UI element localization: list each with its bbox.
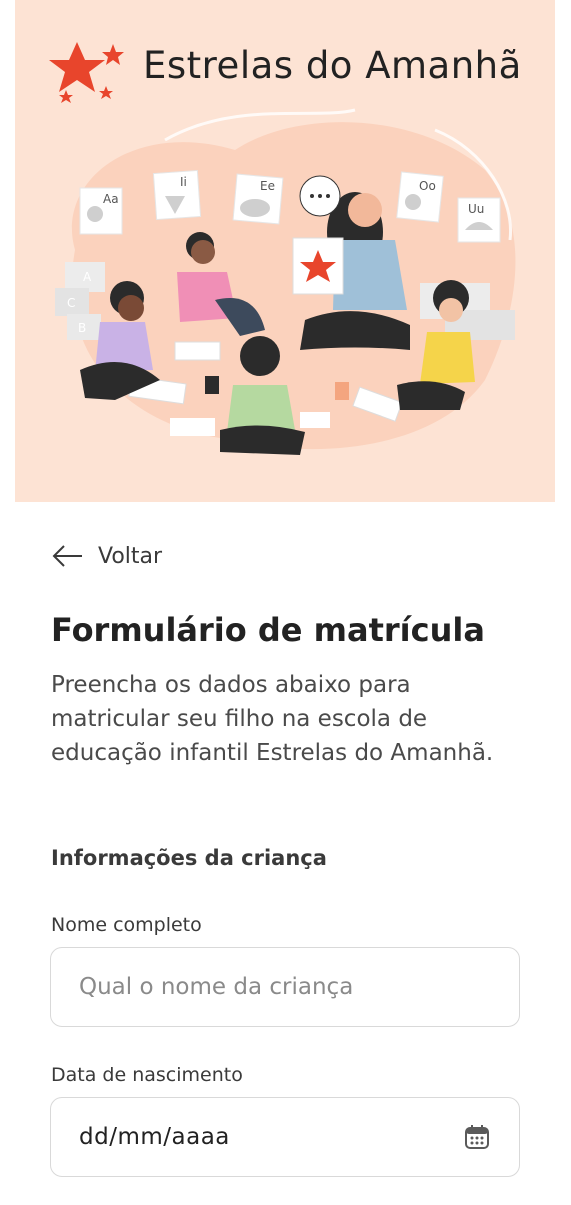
- full-name-label: Nome completo: [51, 914, 202, 936]
- birth-date-label: Data de nascimento: [51, 1064, 243, 1086]
- svg-text:Oo: Oo: [419, 179, 436, 193]
- svg-text:A: A: [83, 270, 92, 284]
- brand-title: Estrelas do Amanhã: [143, 44, 522, 87]
- back-button[interactable]: Voltar: [52, 538, 162, 574]
- arrow-left-icon: [52, 545, 82, 567]
- hero-banner: Aa Ii Ee Oo Uu A C B Estrelas do Amanhã: [15, 0, 555, 502]
- back-label: Voltar: [98, 543, 163, 569]
- svg-text:Ii: Ii: [180, 175, 187, 189]
- svg-text:Uu: Uu: [468, 202, 484, 216]
- full-name-field[interactable]: [50, 947, 520, 1027]
- page-intro: Preencha os dados abaixo para matricular…: [51, 672, 494, 766]
- logo-stars-icon: [49, 42, 124, 103]
- birth-date-field[interactable]: dd/mm/aaaa: [50, 1097, 520, 1177]
- svg-text:B: B: [78, 321, 86, 335]
- svg-text:Ee: Ee: [260, 179, 275, 193]
- full-name-input[interactable]: [79, 974, 491, 1000]
- birth-date-value: dd/mm/aaaa: [79, 1124, 230, 1150]
- svg-text:Aa: Aa: [103, 192, 119, 206]
- svg-text:C: C: [67, 296, 75, 310]
- calendar-icon[interactable]: [463, 1123, 491, 1151]
- page-title: Formulário de matrícula: [51, 611, 485, 649]
- section-title-child-info: Informações da criança: [51, 846, 327, 870]
